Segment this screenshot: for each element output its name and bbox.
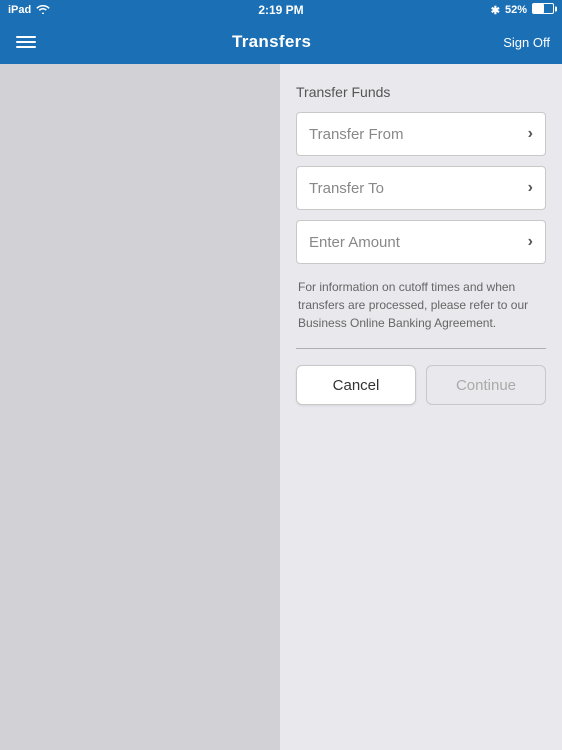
page-title: Transfers (232, 32, 311, 52)
nav-bar: Transfers Sign Off (0, 20, 562, 64)
transfer-to-label: Transfer To (309, 180, 384, 197)
bluetooth-icon: ✱ (491, 4, 500, 17)
section-title: Transfer Funds (296, 84, 546, 100)
battery-percent: 52% (505, 4, 527, 16)
wifi-icon (36, 4, 50, 17)
status-time: 2:19 PM (258, 3, 303, 17)
battery-icon (532, 3, 554, 17)
divider (296, 348, 546, 349)
cancel-button[interactable]: Cancel (296, 365, 416, 405)
transfer-to-chevron-icon: › (528, 179, 533, 197)
enter-amount-field[interactable]: Enter Amount › (296, 220, 546, 264)
transfer-from-chevron-icon: › (528, 125, 533, 143)
status-bar: iPad 2:19 PM ✱ 52% (0, 0, 562, 20)
transfer-content: Transfer Funds Transfer From › Transfer … (280, 64, 562, 750)
enter-amount-label: Enter Amount (309, 234, 400, 251)
transfer-from-field[interactable]: Transfer From › (296, 112, 546, 156)
sign-off-button[interactable]: Sign Off (503, 35, 550, 50)
status-left: iPad (8, 4, 50, 17)
menu-button[interactable] (12, 32, 40, 52)
sidebar (0, 64, 280, 750)
info-text: For information on cutoff times and when… (296, 278, 546, 332)
transfer-to-field[interactable]: Transfer To › (296, 166, 546, 210)
device-label: iPad (8, 4, 31, 16)
status-right: ✱ 52% (491, 3, 554, 17)
enter-amount-chevron-icon: › (528, 233, 533, 251)
continue-button: Continue (426, 365, 546, 405)
main-layout: Transfer Funds Transfer From › Transfer … (0, 64, 562, 750)
button-row: Cancel Continue (296, 365, 546, 405)
transfer-from-label: Transfer From (309, 126, 403, 143)
